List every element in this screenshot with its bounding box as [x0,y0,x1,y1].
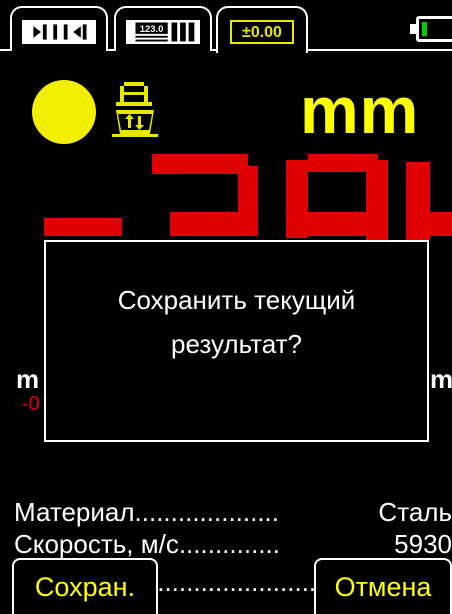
battery-icon [416,16,452,42]
digit-9-middle [300,212,370,236]
tab-tolerance-label: ±0.00 [242,24,282,41]
display-mode-value: 123.0 [140,24,164,35]
velocity-value: 5930 [394,528,452,560]
tab-tolerance[interactable]: ±0.00 [216,6,308,53]
dialog-message-line1: Сохранить текущий [117,285,356,315]
save-button[interactable]: Сохран. [12,558,158,614]
units-label: mm [300,73,420,147]
battery-level [422,22,427,36]
digit-4-middle [420,212,452,236]
numeric-display-icon: 123.0 [126,20,200,44]
left-units-label: m [16,364,40,394]
probe-gap-icon [22,20,96,44]
velocity-row: Скорость, м/с.............. 5930 [14,528,452,560]
probe-calibration-icon [112,82,158,137]
dialog-message: Сохранить текущий результат? [46,278,427,366]
tolerance-box: ±0.00 [230,20,294,44]
dialog-message-line2: результат? [171,329,302,359]
save-confirm-dialog: Сохранить текущий результат? [44,240,429,442]
minus-segment [44,218,122,236]
tab-display-mode[interactable]: 123.0 [114,6,212,51]
left-secondary-value: -0 [22,393,40,415]
material-row: Материал.................... Сталь [14,496,452,528]
digit-3-middle [170,212,240,236]
velocity-dots: .............. [178,529,280,559]
cancel-button[interactable]: Отмена [314,558,452,614]
material-value: Сталь [378,496,452,528]
material-dots: .................... [134,497,280,527]
material-label: Материал [14,497,135,527]
third-row-dots: ....................... [150,567,317,597]
tab-probe-mode[interactable] [10,6,108,51]
right-units-label: m [430,364,452,394]
velocity-label: Скорость, м/с [14,529,179,559]
digit-3-upper-right [238,166,258,236]
digit-3-top [152,154,248,174]
status-indicator [32,80,96,144]
